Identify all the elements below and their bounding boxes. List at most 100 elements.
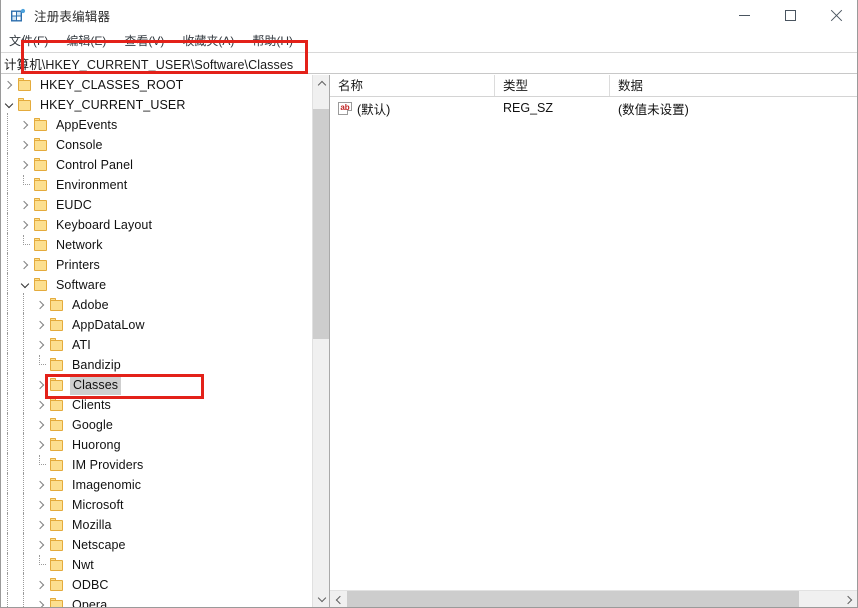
values-horizontal-scrollbar[interactable] [330, 590, 857, 607]
chevron-glyph [19, 220, 29, 230]
chevron-right-icon[interactable] [17, 115, 33, 135]
tree-item-google[interactable]: Google [1, 413, 312, 437]
tree-item-appdatalow[interactable]: AppDataLow [1, 313, 312, 337]
chevron-right-icon[interactable] [33, 335, 49, 355]
column-header-data[interactable]: 数据 [610, 75, 857, 96]
chevron-glyph [35, 580, 45, 590]
folder-icon [49, 378, 65, 392]
minimize-button[interactable] [721, 0, 767, 31]
chevron-right-icon[interactable] [33, 415, 49, 435]
chevron-right-icon[interactable] [33, 475, 49, 495]
tree-item-printers[interactable]: Printers [1, 253, 312, 277]
tree-item-label: Keyboard Layout [56, 218, 153, 232]
tree-item-ati[interactable]: ATI [1, 333, 312, 357]
chevron-right-icon[interactable] [17, 215, 33, 235]
chevron-right-icon[interactable] [33, 295, 49, 315]
tree-indent-guide [1, 193, 17, 217]
tree-item-keyboard-layout[interactable]: Keyboard Layout [1, 213, 312, 237]
chevron-glyph [35, 500, 45, 510]
address-bar[interactable]: 计算机\HKEY_CURRENT_USER\Software\Classes [1, 52, 857, 74]
tree-item-console[interactable]: Console [1, 133, 312, 157]
tree-indent-guide [1, 593, 17, 607]
chevron-right-icon[interactable] [17, 195, 33, 215]
chevron-glyph [3, 80, 13, 90]
tree-item-hkey-classes-root[interactable]: HKEY_CLASSES_ROOT [1, 75, 312, 95]
folder-icon [17, 78, 33, 92]
menu-file[interactable]: 文件(F) [1, 31, 57, 52]
chevron-right-icon[interactable] [33, 575, 49, 595]
tree-item-microsoft[interactable]: Microsoft [1, 493, 312, 517]
tree-scroll-up-button[interactable] [313, 75, 329, 92]
tree-item-opera[interactable]: Opera [1, 593, 312, 607]
folder-icon [49, 358, 65, 372]
folder-icon [33, 198, 49, 212]
values-list[interactable]: ab (默认) REG_SZ (数值未设置) [330, 97, 857, 119]
tree-scroll-thumb[interactable] [313, 109, 329, 339]
chevron-glyph [20, 279, 30, 288]
tree-item-label: Huorong [72, 438, 121, 452]
folder-icon [49, 318, 65, 332]
tree-item-software[interactable]: Software [1, 273, 312, 297]
tree-scroll-down-button[interactable] [313, 591, 329, 607]
tree-item-label: Google [72, 418, 113, 432]
values-scroll-right-button[interactable] [841, 591, 857, 607]
tree-item-huorong[interactable]: Huorong [1, 433, 312, 457]
tree-item-label: Printers [56, 258, 100, 272]
tree-item-im-providers[interactable]: IM Providers [1, 453, 312, 477]
chevron-right-icon[interactable] [1, 75, 17, 95]
tree-indent-guide [1, 533, 17, 557]
tree-vertical-scrollbar[interactable] [312, 75, 329, 607]
tree-item-hkey-current-user[interactable]: HKEY_CURRENT_USER [1, 95, 312, 115]
chevron-right-icon[interactable] [33, 495, 49, 515]
values-row[interactable]: ab (默认) REG_SZ (数值未设置) [330, 97, 857, 119]
chevron-down-icon[interactable] [1, 95, 17, 115]
chevron-right-icon[interactable] [33, 435, 49, 455]
tree-item-classes[interactable]: Classes [1, 373, 312, 397]
chevron-glyph [35, 300, 45, 310]
close-button[interactable] [813, 0, 857, 31]
maximize-button[interactable] [767, 0, 813, 31]
column-header-type[interactable]: 类型 [495, 75, 610, 96]
tree-item-eudc[interactable]: EUDC [1, 193, 312, 217]
tree-indent-guide [1, 573, 17, 597]
tree-item-bandizip[interactable]: Bandizip [1, 353, 312, 377]
values-scroll-left-button[interactable] [330, 591, 347, 607]
tree-item-environment[interactable]: Environment [1, 173, 312, 197]
menu-view[interactable]: 查看(V) [115, 31, 173, 52]
tree-indent-guide [17, 413, 33, 437]
tree-item-network[interactable]: Network [1, 233, 312, 257]
chevron-right-icon[interactable] [33, 595, 49, 607]
tree-item-appevents[interactable]: AppEvents [1, 113, 312, 137]
tree-indent-guide [17, 333, 33, 357]
menu-edit[interactable]: 编辑(E) [57, 31, 115, 52]
tree-item-netscape[interactable]: Netscape [1, 533, 312, 557]
chevron-right-icon[interactable] [33, 535, 49, 555]
value-type-cell: REG_SZ [503, 101, 554, 115]
chevron-right-icon[interactable] [33, 515, 49, 535]
chevron-right-icon[interactable] [17, 255, 33, 275]
tree-item-mozilla[interactable]: Mozilla [1, 513, 312, 537]
chevron-right-icon[interactable] [17, 155, 33, 175]
values-scroll-track[interactable] [799, 591, 841, 607]
chevron-right-icon[interactable] [33, 315, 49, 335]
tree-item-odbc[interactable]: ODBC [1, 573, 312, 597]
column-header-name[interactable]: 名称 [330, 75, 495, 96]
chevron-down-icon[interactable] [17, 275, 33, 295]
menu-favorites[interactable]: 收藏夹(A) [173, 31, 243, 52]
values-scroll-thumb[interactable] [347, 591, 799, 607]
folder-icon [33, 238, 49, 252]
tree-item-control-panel[interactable]: Control Panel [1, 153, 312, 177]
tree-indent-guide [1, 233, 17, 257]
chevron-glyph [35, 600, 45, 607]
registry-tree[interactable]: HKEY_CLASSES_ROOT HKEY_CURRENT_USER AppEve… [1, 75, 312, 607]
chevron-glyph [19, 160, 29, 170]
tree-item-adobe[interactable]: Adobe [1, 293, 312, 317]
tree-item-imagenomic[interactable]: Imagenomic [1, 473, 312, 497]
chevron-right-icon[interactable] [33, 395, 49, 415]
tree-indent-guide [1, 173, 17, 197]
chevron-right-icon[interactable] [17, 135, 33, 155]
tree-item-clients[interactable]: Clients [1, 393, 312, 417]
tree-item-nwt[interactable]: Nwt [1, 553, 312, 577]
menu-help[interactable]: 帮助(H) [243, 31, 302, 52]
chevron-right-icon[interactable] [33, 375, 49, 395]
